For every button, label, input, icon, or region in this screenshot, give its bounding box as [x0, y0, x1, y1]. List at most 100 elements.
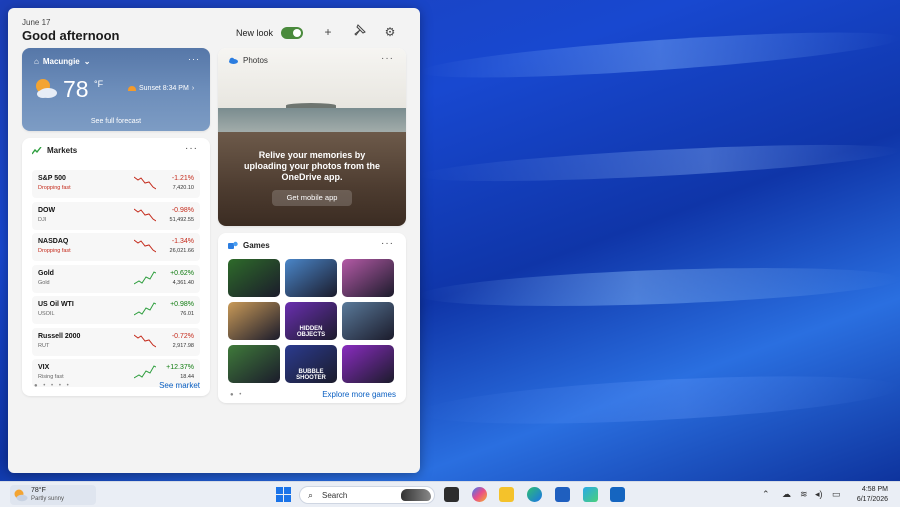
market-change: -0.98% — [171, 206, 194, 214]
file-explorer-icon[interactable] — [444, 487, 459, 502]
home-icon: ⌂ — [34, 57, 39, 66]
weather-card[interactable]: ⌂ Macungie ⌄ ··· 78 °F Sunset 8:34 PM › … — [22, 48, 210, 131]
sparkline-chart — [134, 208, 156, 221]
market-subtitle: Rising fast — [38, 374, 64, 380]
markets-title-label: Markets — [47, 146, 78, 155]
clock[interactable]: 4:58 PM 6/17/2026 — [857, 485, 888, 505]
market-price: 18.44 — [180, 374, 194, 380]
wallpaper-streak — [419, 137, 900, 189]
chevron-up-icon[interactable]: ⌃ — [762, 489, 770, 500]
outlook-icon[interactable] — [610, 487, 625, 502]
market-symbol: NASDAQ — [38, 238, 69, 245]
market-row[interactable]: Russell 2000 RUT -0.72% 2,917.98 — [32, 327, 200, 356]
search-highlight-image — [401, 489, 431, 501]
edge-icon[interactable] — [527, 487, 542, 502]
taskbar-weather-widget[interactable]: 78°F Partly sunny — [10, 485, 96, 505]
market-price: 76.01 — [180, 311, 194, 317]
market-change: -1.34% — [171, 238, 194, 245]
games-more-button[interactable]: ··· — [381, 238, 394, 249]
pagination-dots[interactable]: ● • — [230, 392, 243, 398]
game-tile[interactable] — [342, 345, 394, 383]
pin-icon[interactable] — [352, 24, 368, 40]
market-subtitle: Dropping fast — [38, 185, 71, 191]
temperature: 78 — [63, 76, 89, 102]
market-symbol: S&P 500 — [38, 175, 66, 182]
market-price: 2,917.98 — [172, 342, 194, 349]
taskbar-weather-temp: 78°F — [31, 487, 46, 494]
search-placeholder: Search — [322, 491, 348, 500]
store-icon[interactable] — [555, 487, 570, 502]
market-symbol: Russell 2000 — [38, 332, 81, 340]
market-row[interactable]: US Oil WTI USOIL +0.98% 76.01 — [32, 296, 200, 324]
copilot-icon[interactable] — [472, 487, 487, 502]
toggle-switch[interactable] — [281, 27, 304, 39]
market-subtitle: DJI — [38, 216, 47, 223]
sparkline-chart — [134, 302, 156, 316]
chevron-down-icon: ⌄ — [83, 57, 91, 66]
photos-title: Photos — [228, 56, 268, 65]
market-row[interactable]: NASDAQ Dropping fast -1.34% 26,021.66 — [32, 233, 200, 261]
sparkline-chart — [134, 270, 156, 284]
sunset-icon — [128, 86, 136, 91]
game-tile[interactable] — [342, 302, 394, 340]
game-tile[interactable]: HIDDEN OBJECTS — [285, 302, 337, 340]
game-tile[interactable] — [342, 259, 394, 297]
weather-more-button[interactable]: ··· — [188, 54, 200, 64]
market-row[interactable]: S&P 500 Dropping fast -1.21% 7,420.10 — [32, 170, 200, 198]
photo-sea — [218, 108, 406, 132]
panel-date: June 17 — [22, 18, 51, 27]
game-tile[interactable] — [228, 345, 280, 383]
new-look-label: New look — [236, 28, 274, 38]
search-icon: ⌕ — [308, 490, 314, 500]
forecast-link[interactable]: See full forecast — [22, 118, 210, 125]
get-mobile-app-button[interactable]: Get mobile app — [272, 190, 352, 206]
plus-icon[interactable]: + — [320, 24, 336, 40]
game-tile[interactable]: BUBBLE SHOOTER — [285, 345, 337, 383]
game-tile-label: BUBBLE SHOOTER — [296, 369, 326, 381]
markets-icon — [32, 146, 42, 154]
sparkline-chart — [134, 334, 156, 347]
markets-title: Markets — [32, 146, 77, 155]
market-subtitle: Gold — [38, 279, 50, 286]
sparkline-chart — [134, 239, 156, 253]
game-tile[interactable] — [228, 259, 280, 297]
widgets-panel: June 17 Good afternoon New look + ⚙ ⌂ Ma… — [8, 8, 420, 473]
pagination-dots[interactable]: ● • • • • — [34, 383, 71, 389]
partly-sunny-icon — [36, 79, 57, 98]
photos-card[interactable]: Photos ··· Relive your memories by uploa… — [218, 48, 406, 226]
markets-more-button[interactable]: ··· — [185, 143, 198, 154]
market-change: +0.98% — [170, 301, 194, 308]
weather-location[interactable]: ⌂ Macungie ⌄ — [34, 57, 90, 66]
game-tile[interactable] — [228, 302, 280, 340]
see-market-link[interactable]: See market — [159, 381, 200, 390]
battery-icon[interactable]: ▭ — [832, 489, 841, 500]
market-change: -1.21% — [171, 175, 194, 182]
market-symbol: VIX — [38, 364, 50, 371]
chevron-right-icon[interactable]: › — [192, 85, 194, 92]
photos-title-label: Photos — [243, 56, 268, 65]
sunset-info: Sunset 8:34 PM › — [128, 85, 194, 92]
gear-icon[interactable]: ⚙ — [382, 24, 398, 40]
search-box[interactable]: ⌕ Search — [299, 486, 435, 504]
market-subtitle: USOIL — [38, 311, 55, 317]
explore-games-link[interactable]: Explore more games — [322, 390, 396, 399]
games-icon — [228, 241, 238, 249]
sparkline-chart — [134, 176, 156, 190]
greeting: Good afternoon — [22, 28, 120, 43]
new-look-toggle[interactable]: New look — [236, 27, 304, 39]
wifi-icon[interactable]: ≋ — [800, 489, 808, 500]
location-label: Macungie — [42, 57, 80, 66]
folder-icon[interactable] — [499, 487, 514, 502]
photos-icon[interactable] — [583, 487, 598, 502]
market-row[interactable]: Gold Gold +0.62% 4,361.40 — [32, 264, 200, 293]
games-card: Games ··· HIDDEN OBJECTS BUBBLE SHOOTER ●… — [218, 233, 406, 403]
game-tile[interactable] — [285, 259, 337, 297]
market-price: 26,021.66 — [169, 248, 194, 254]
start-button[interactable] — [276, 487, 291, 502]
photos-more-button[interactable]: ··· — [381, 53, 394, 64]
games-title-label: Games — [243, 241, 270, 250]
wallpaper-streak — [419, 23, 900, 87]
market-row[interactable]: DOW DJI -0.98% 51,492.55 — [32, 201, 200, 230]
cloud-icon[interactable]: ☁ — [782, 489, 791, 500]
volume-icon[interactable]: ◂) — [815, 489, 823, 500]
